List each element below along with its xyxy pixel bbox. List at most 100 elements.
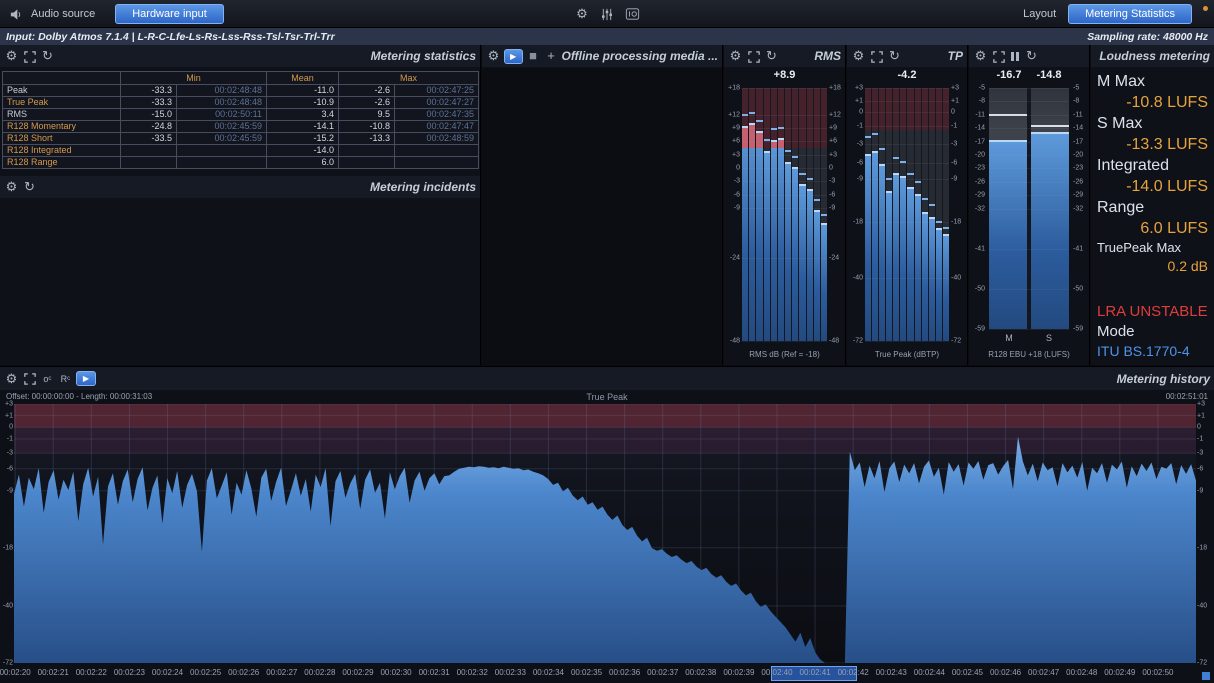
scale-tick-label: -40 — [1, 603, 13, 610]
metering-incidents-header: ⚙ ↻ Metering incidents — [0, 176, 480, 198]
scale-tick-label: -48 — [829, 338, 844, 345]
expand-icon[interactable] — [22, 48, 37, 64]
expand-icon[interactable] — [22, 371, 37, 387]
scale-tick-label: -48 — [725, 338, 740, 345]
scale-tick-label: +3 — [725, 151, 740, 158]
meter-channel-bar — [807, 88, 813, 341]
meter-channel-bar — [778, 88, 784, 341]
panel-title: Metering incidents — [370, 180, 476, 194]
meter-current-value: -14.8 — [1029, 69, 1069, 81]
stat-mean: -14.1 — [267, 121, 339, 133]
offset-cursor-icon[interactable]: oᶜ — [40, 371, 55, 387]
metering-statistics-layout-button[interactable]: Metering Statistics — [1068, 4, 1192, 24]
pause-icon[interactable] — [1009, 48, 1021, 64]
gear-icon[interactable]: ⚙ — [4, 48, 19, 64]
scale-tick-label: -9 — [1197, 487, 1211, 494]
notification-dot — [1203, 6, 1208, 11]
gear-icon[interactable]: ⚙ — [4, 179, 19, 195]
statistics-row: R128 Integrated-14.0 — [3, 145, 479, 157]
scale-tick-label: -5 — [970, 85, 985, 92]
refresh-icon[interactable]: ↻ — [1024, 48, 1039, 64]
stop-icon[interactable]: ■ — [526, 48, 541, 64]
scale-tick-label: -20 — [1073, 151, 1088, 158]
offline-media-list[interactable] — [482, 68, 722, 365]
gear-icon[interactable]: ⚙ — [851, 48, 866, 64]
refresh-icon[interactable]: ↻ — [40, 48, 55, 64]
tp-meter: +3+10-1-3-6-9-18-40-72+3+10-1-3-6-9-18-4… — [847, 88, 967, 341]
stat-max: -2.6 — [339, 97, 395, 109]
scale-tick-label: -41 — [1073, 245, 1088, 252]
play-button[interactable]: ▶ — [76, 371, 96, 386]
refresh-icon[interactable]: ↻ — [22, 179, 37, 195]
gear-icon[interactable]: ⚙ — [973, 48, 988, 64]
stat-min: -33.5 — [121, 133, 177, 145]
scale-tick-label: -26 — [1073, 178, 1088, 185]
panel-title: RMS — [814, 49, 841, 63]
add-media-icon[interactable]: + — [544, 48, 559, 64]
meter-channel-bar — [764, 88, 770, 341]
rms-meter-panel: ⚙ ↻ RMS +8.9 +18+12+9+6+30-3-6-9-24-48+1… — [724, 45, 846, 365]
stat-label: Peak — [3, 85, 121, 97]
scale-tick-label: +1 — [951, 97, 966, 104]
scale-tick-label: -32 — [1073, 205, 1088, 212]
scale-tick-label: 0 — [848, 109, 863, 116]
scale-tick-label: -9 — [848, 176, 863, 183]
stat-max: -13.3 — [339, 133, 395, 145]
stat-mean: -15.2 — [267, 133, 339, 145]
expand-icon[interactable] — [869, 48, 884, 64]
column-max: Max — [339, 72, 479, 85]
scale-tick-label: -6 — [951, 159, 966, 166]
play-icon: ▶ — [83, 374, 89, 383]
statistics-table: Min Mean Max Peak-33.300:02:48:48-11.0-2… — [2, 71, 479, 169]
scale-tick-label: -6 — [1197, 465, 1211, 472]
readout-value: 0.2 dB — [1097, 257, 1208, 276]
scale-tick-label: -9 — [1, 487, 13, 494]
scale-tick-label: -20 — [970, 151, 985, 158]
scale-tick-label: -40 — [1197, 603, 1211, 610]
stat-label: True Peak — [3, 97, 121, 109]
stat-max-time: 00:02:47:35 — [395, 109, 479, 121]
scale-tick-label: -11 — [1073, 111, 1088, 118]
stat-min — [121, 145, 177, 157]
expand-icon[interactable] — [991, 48, 1006, 64]
resize-handle[interactable] — [1202, 672, 1210, 680]
scale-tick-label: -59 — [970, 326, 985, 333]
expand-icon[interactable] — [746, 48, 761, 64]
scale-tick-label: -1 — [1197, 435, 1211, 442]
readout-label: S Max — [1097, 113, 1208, 134]
scale-tick-label: +12 — [725, 111, 740, 118]
statistics-rows: Peak-33.300:02:48:48-11.0-2.600:02:47:25… — [3, 85, 479, 169]
loudness-unit-label: R128 EBU +18 (LUFS) — [969, 350, 1089, 359]
gear-icon[interactable]: ⚙ — [486, 48, 501, 64]
gear-icon[interactable]: ⚙ — [728, 48, 743, 64]
history-chart — [14, 404, 1196, 663]
scale-tick-label: -3 — [725, 178, 740, 185]
play-button[interactable]: ▶ — [504, 49, 523, 64]
scale-tick-label: +3 — [848, 85, 863, 92]
statistics-header-row: Min Mean Max — [3, 72, 479, 85]
hardware-input-button[interactable]: Hardware input — [115, 4, 224, 24]
stat-min-time: 00:02:45:59 — [177, 133, 267, 145]
meter-current-value: -16.7 — [989, 69, 1029, 81]
history-time-axis[interactable]: 00:02:2000:02:2100:02:2200:02:2300:02:24… — [0, 666, 1214, 681]
mixer-icon[interactable] — [600, 6, 615, 22]
gear-icon[interactable]: ⚙ — [4, 371, 19, 387]
gear-icon[interactable]: ⚙ — [575, 6, 590, 22]
time-label: 00:02:50 — [1136, 668, 1180, 677]
history-waveform[interactable] — [14, 404, 1196, 663]
scale-tick-label: +9 — [829, 124, 844, 131]
range-cursor-icon[interactable]: Rᶜ — [58, 371, 73, 387]
stat-min: -15.0 — [121, 109, 177, 121]
refresh-icon[interactable]: ↻ — [887, 48, 902, 64]
mode-value: ITU BS.1770-4 — [1097, 343, 1190, 359]
stat-min: -33.3 — [121, 97, 177, 109]
refresh-icon[interactable]: ↻ — [764, 48, 779, 64]
meter-channel-bar — [814, 88, 820, 341]
audio-source-icon[interactable] — [8, 6, 23, 22]
channel-label: S — [1029, 333, 1069, 343]
tp-header: ⚙ ↻ TP — [847, 45, 967, 67]
io-routing-icon[interactable] — [625, 6, 640, 22]
scale-tick-label: +1 — [848, 97, 863, 104]
rms-max-value: +8.9 — [724, 69, 845, 81]
meter-scale: -5-8-11-14-17-20-23-26-29-32-41-50-59 — [970, 88, 985, 329]
